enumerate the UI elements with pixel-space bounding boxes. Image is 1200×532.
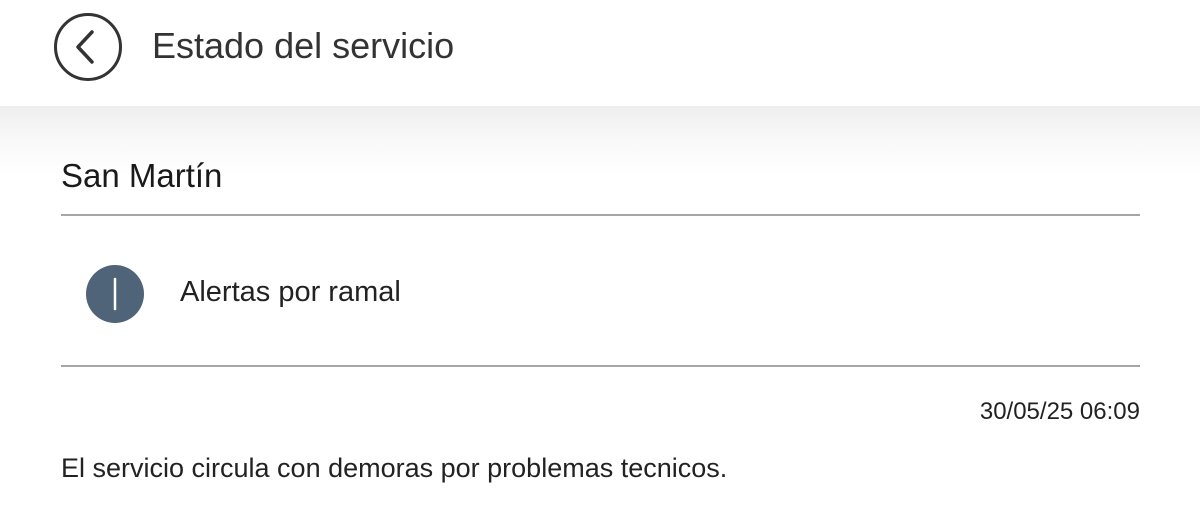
line-name-heading: San Martín — [61, 157, 223, 194]
app-header: Estado del servicio — [0, 0, 1200, 106]
divider — [61, 365, 1140, 367]
page-title: Estado del servicio — [152, 25, 455, 66]
chevron-left-icon — [76, 30, 94, 64]
alerts-by-branch-item[interactable]: Alertas por ramal — [61, 216, 1140, 365]
notice-message: El servicio circula con demoras por prob… — [61, 453, 728, 483]
info-icon — [86, 265, 144, 323]
back-button[interactable] — [54, 13, 122, 81]
notice-timestamp: 30/05/25 06:09 — [979, 398, 1140, 425]
alerts-by-branch-label: Alertas por ramal — [180, 276, 401, 308]
